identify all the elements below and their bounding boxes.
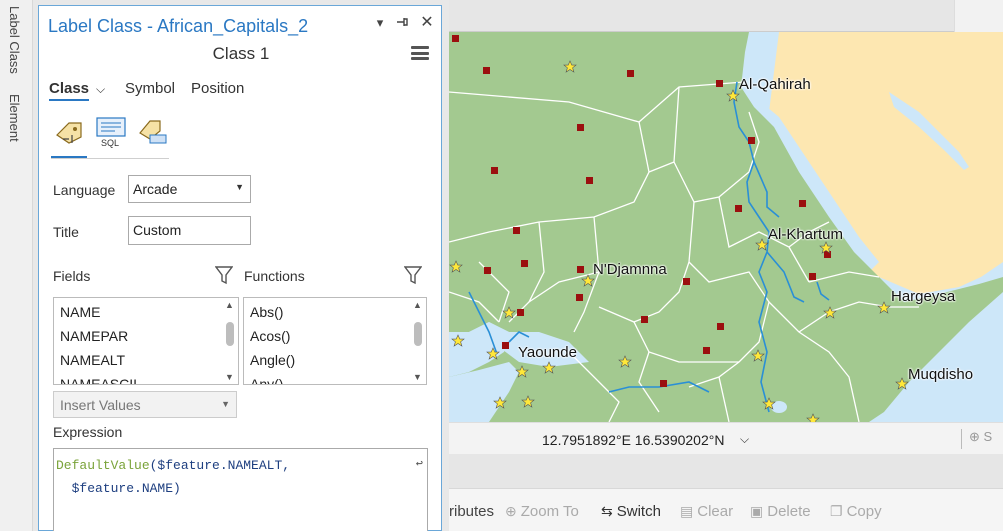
expression-function: DefaultValue (56, 458, 150, 473)
tab-strip-notch (954, 0, 1003, 32)
status-separator (961, 429, 962, 449)
expression-editor[interactable]: DefaultValue($feature.NAMEALT, $feature.… (53, 448, 428, 531)
insert-values-label: Insert Values (60, 397, 141, 413)
close-icon[interactable]: ✕ (419, 15, 435, 31)
tab-class[interactable]: Class (49, 80, 90, 101)
title-input[interactable]: Custom (128, 216, 251, 245)
delete-icon: ▣ (750, 503, 764, 519)
attribute-toolbar: ributes ⊕ Zoom To ⇆ Switch ▤ Clear ▣ Delete … (449, 488, 1003, 531)
map-tab-strip (449, 0, 1003, 32)
switch-icon: ⇆ (601, 503, 613, 519)
zoom-to-button[interactable]: ⊕ Zoom To (505, 503, 579, 520)
dropdown-caret-icon: ▼ (221, 399, 230, 409)
word-wrap-icon[interactable]: ↩ (416, 456, 423, 471)
copy-button[interactable]: ❐ Copy (830, 503, 882, 520)
pane-gap (449, 454, 1003, 488)
tab-symbol[interactable]: Symbol (125, 80, 175, 97)
pane-title: Label Class - African_Capitals_2 (48, 16, 309, 36)
list-item[interactable]: NAMEPAR (54, 324, 238, 348)
list-item[interactable]: Acos() (244, 324, 426, 348)
label-class-pane: Label Class - African_Capitals_2 ▾ ✕ Cla… (38, 5, 442, 531)
coordinate-readout: 12.7951892°E 16.5390202°N (542, 432, 725, 448)
expression-line-1: DefaultValue($feature.NAMEALT, (56, 458, 290, 473)
scrollbar[interactable]: ▲ ▼ (410, 298, 426, 384)
list-item[interactable]: NAMEALT (54, 348, 238, 372)
copy-label: Copy (846, 503, 882, 520)
copy-icon: ❐ (830, 503, 843, 519)
language-value: Arcade (133, 181, 178, 197)
map-label-ndjamena: N'Djamnna (593, 261, 667, 278)
zoom-to-label: Zoom To (520, 503, 579, 520)
scroll-up-icon[interactable]: ▲ (225, 300, 234, 310)
list-item[interactable]: NAMEASCII (54, 372, 238, 384)
scroll-thumb[interactable] (414, 322, 422, 346)
chevron-down-icon[interactable]: ⌵ (96, 82, 105, 97)
map-label-khartum: Al-Khartum (768, 226, 844, 243)
scroll-down-icon[interactable]: ▼ (413, 372, 422, 382)
menu-icon[interactable] (411, 46, 429, 60)
map-label-yaounde: Yaounde (518, 344, 577, 361)
side-tab-label-class[interactable]: Label Class (7, 6, 22, 74)
label-settings-icon[interactable] (134, 115, 170, 149)
switch-label: Switch (616, 503, 661, 520)
clear-button[interactable]: ▤ Clear (680, 503, 733, 520)
title-label: Title (53, 224, 79, 240)
fields-label: Fields (53, 268, 91, 284)
side-tab-strip: Label Class Element (0, 0, 33, 531)
map-status-bar: 12.7951892°E 16.5390202°N ⌵ ⊕ S (449, 422, 1003, 454)
svg-text:SQL: SQL (101, 138, 119, 148)
map-view[interactable]: Al-Qahirah Al-Khartum N'Djamnna Hargeysa… (449, 32, 1003, 422)
fields-list[interactable]: NAME NAMEPAR NAMEALT NAMEASCII ▲ ▼ (53, 297, 239, 385)
scrollbar[interactable]: ▲ ▼ (222, 298, 238, 384)
attributes-button[interactable]: ributes (449, 503, 494, 520)
scroll-up-icon[interactable]: ▲ (413, 300, 422, 310)
clear-label: Clear (697, 503, 734, 520)
map-canvas (449, 32, 1003, 422)
switch-button[interactable]: ⇆ Switch (601, 503, 661, 520)
selection-icon[interactable]: ⊕ S (969, 429, 992, 445)
expression-args: ($feature.NAMEALT, (149, 458, 291, 473)
filter-icon[interactable] (214, 265, 234, 285)
chevron-down-icon[interactable]: ⌵ (740, 432, 749, 447)
scroll-thumb[interactable] (226, 322, 234, 346)
delete-label: Delete (767, 503, 811, 520)
list-item[interactable]: NAME (54, 300, 238, 324)
list-item[interactable]: Angle() (244, 348, 426, 372)
functions-list[interactable]: Abs() Acos() Angle() Any() ▲ ▼ (243, 297, 427, 385)
app-window: Label Class Element Label Class - Africa… (0, 0, 1003, 531)
filter-icon[interactable] (403, 265, 423, 285)
language-select[interactable]: Arcade ▼ (128, 175, 251, 203)
map-label-muqdisho: Muqdisho (908, 366, 974, 383)
expression-label: Expression (53, 424, 123, 440)
expression-line-2: $feature.NAME) (56, 481, 181, 496)
language-label: Language (53, 182, 116, 198)
list-item[interactable]: Any() (244, 372, 426, 384)
tab-position[interactable]: Position (191, 80, 244, 97)
dropdown-caret-icon: ▼ (235, 182, 244, 192)
scroll-down-icon[interactable]: ▼ (225, 372, 234, 382)
zoom-icon: ⊕ (505, 503, 517, 519)
sql-query-icon[interactable]: SQL (93, 115, 129, 149)
clear-icon: ▤ (680, 503, 694, 519)
tool-divider (51, 158, 169, 159)
list-item[interactable]: Abs() (244, 300, 426, 324)
map-label-cairo: Al-Qahirah (739, 76, 811, 93)
side-tab-element[interactable]: Element (7, 94, 22, 142)
insert-values-button[interactable]: Insert Values ▼ (53, 391, 237, 418)
pin-icon[interactable] (394, 15, 410, 31)
class-name: Class 1 (212, 44, 270, 63)
label-class-tool-icon[interactable] (51, 115, 87, 159)
functions-label: Functions (244, 268, 305, 284)
map-label-hargeysa: Hargeysa (891, 288, 956, 305)
pane-options-icon[interactable]: ▾ (372, 15, 388, 31)
delete-button[interactable]: ▣ Delete (750, 503, 811, 520)
